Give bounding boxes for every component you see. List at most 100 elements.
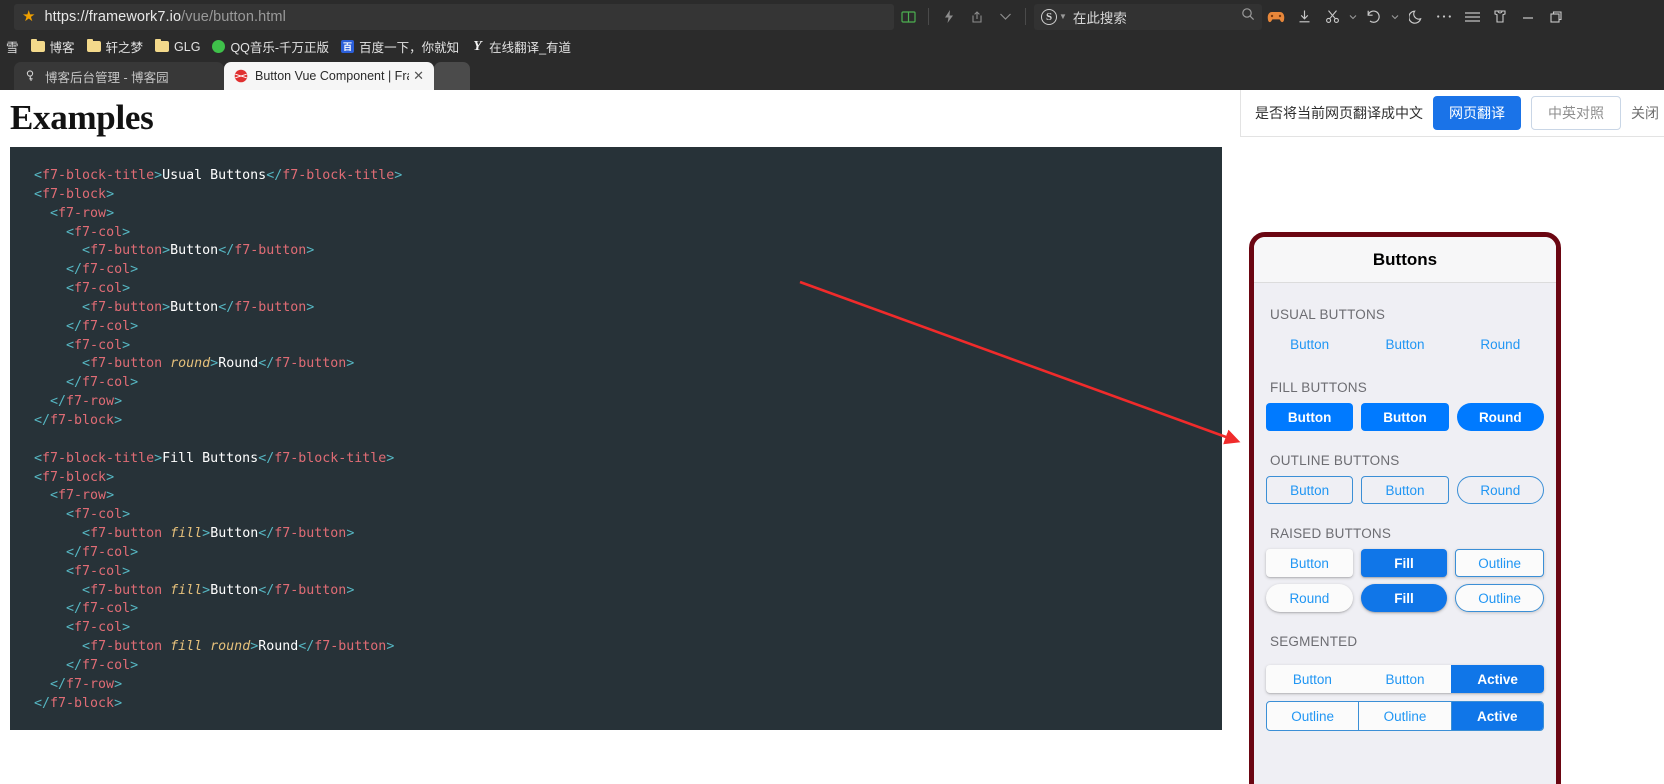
code-token: f7-button xyxy=(90,639,163,655)
phone-button[interactable]: Button xyxy=(1361,476,1449,504)
phone-button[interactable]: Round xyxy=(1456,476,1544,504)
translate-prompt-bar: 是否将当前网页翻译成中文 网页翻译 中英对照 关闭 ⌄ xyxy=(1240,90,1664,137)
code-token: f7-button xyxy=(274,526,347,542)
bookmark-item[interactable]: QQ音乐-千万正版 xyxy=(206,33,335,60)
browser-tab[interactable]: 博客后台管理 - 博客园 xyxy=(14,62,224,90)
code-token: < xyxy=(34,450,43,466)
chevron-down-icon[interactable] xyxy=(991,0,1019,33)
phone-button[interactable]: Button xyxy=(1266,403,1354,431)
phone-segment-button[interactable]: Button xyxy=(1359,665,1452,693)
night-mode-icon[interactable] xyxy=(1402,0,1430,33)
phone-button[interactable]: Button xyxy=(1361,330,1448,358)
code-token: > xyxy=(202,582,211,598)
code-token: < xyxy=(50,205,59,221)
phone-button[interactable]: Round xyxy=(1456,403,1544,431)
phone-section-title: OUTLINE BUTTONS xyxy=(1270,453,1400,468)
code-token: > xyxy=(122,563,131,579)
code-block: <f7-block-title>Usual Buttons</f7-block-… xyxy=(10,167,1222,713)
search-icon[interactable] xyxy=(1241,7,1255,26)
code-token: f7-button xyxy=(274,356,347,372)
code-token: f7-button xyxy=(90,526,163,542)
phone-button-row: Button Fill Outline xyxy=(1254,549,1556,577)
turbo-icon[interactable] xyxy=(935,0,963,33)
download-icon[interactable] xyxy=(1290,0,1318,33)
code-token: </ xyxy=(258,356,275,372)
phone-button[interactable]: Round xyxy=(1266,584,1353,612)
history-chevron-icon[interactable] xyxy=(1388,0,1402,33)
browser-tab[interactable]: Button Vue Component | Fra ✕ xyxy=(224,62,434,90)
share-icon[interactable] xyxy=(963,0,991,33)
bookmark-item[interactable]: 博客 xyxy=(25,33,81,60)
phone-segment-button[interactable]: Active xyxy=(1451,665,1544,693)
bookmark-item[interactable]: 轩之梦 xyxy=(81,33,150,60)
code-token: > xyxy=(154,168,163,183)
phone-button[interactable]: Fill xyxy=(1360,584,1448,612)
engine-chevron-icon[interactable]: ▼ xyxy=(1059,12,1067,21)
phone-segment-button[interactable]: Outline xyxy=(1358,702,1450,730)
code-token: f7-button xyxy=(234,299,307,315)
history-back-icon[interactable] xyxy=(1360,0,1388,33)
phone-button[interactable]: Button xyxy=(1266,330,1353,358)
restore-icon[interactable] xyxy=(1542,0,1570,33)
minimize-icon[interactable] xyxy=(1514,0,1542,33)
search-input[interactable]: S ▼ 在此搜索 xyxy=(1034,3,1262,30)
code-token: > xyxy=(162,299,171,315)
code-token: > xyxy=(386,639,395,655)
phone-scroll-body[interactable]: USUAL BUTTONS Button Button Round FILL BUTTO… xyxy=(1254,283,1556,784)
reader-mode-icon[interactable] xyxy=(894,0,922,33)
address-bar[interactable]: ★ https://framework7.io/vue/button.html xyxy=(14,3,894,30)
code-token: Fill Buttons xyxy=(162,450,259,466)
phone-button[interactable]: Outline xyxy=(1455,584,1545,612)
blog-icon xyxy=(24,69,38,83)
translate-close-button[interactable]: 关闭 xyxy=(1631,103,1659,123)
screenshot-icon[interactable] xyxy=(1318,0,1346,33)
bookmark-item[interactable]: Y 在线翻译_有道 xyxy=(465,33,577,60)
tab-label: 博客后台管理 - 博客园 xyxy=(45,70,169,85)
phone-segment-button[interactable]: Active xyxy=(1450,702,1543,730)
bookmark-item[interactable]: 雪 xyxy=(0,33,25,60)
phone-section-title: RAISED BUTTONS xyxy=(1270,526,1392,541)
sogou-engine-icon[interactable]: S xyxy=(1041,8,1057,25)
close-icon[interactable]: ✕ xyxy=(413,68,424,84)
phone-button[interactable]: Outline xyxy=(1455,549,1545,577)
code-token: < xyxy=(66,281,75,297)
code-token: f7-col xyxy=(82,318,131,334)
translate-page-button[interactable]: 网页翻译 xyxy=(1433,96,1521,130)
skin-icon[interactable] xyxy=(1486,0,1514,33)
code-token: < xyxy=(82,299,91,315)
star-icon[interactable]: ★ xyxy=(22,9,35,24)
code-token: f7-col xyxy=(74,563,123,579)
phone-segment-button[interactable]: Button xyxy=(1266,665,1359,693)
tab-stub[interactable] xyxy=(434,62,470,90)
bookmark-item[interactable]: GLG xyxy=(149,33,206,60)
screenshot-chevron-icon[interactable] xyxy=(1346,0,1360,33)
folder-icon xyxy=(86,38,101,52)
more-icon[interactable] xyxy=(1430,0,1458,33)
code-token: > xyxy=(130,318,139,334)
phone-button[interactable]: Button xyxy=(1361,403,1449,431)
phone-button[interactable]: Button xyxy=(1266,549,1353,577)
bookmark-item[interactable]: 百百度一下，你就知 xyxy=(335,33,465,60)
phone-segment-button[interactable]: Outline xyxy=(1267,702,1358,730)
code-token: </ xyxy=(66,375,83,391)
code-token: </ xyxy=(298,639,315,655)
code-token: f7-button xyxy=(274,582,347,598)
phone-button[interactable]: Button xyxy=(1266,476,1354,504)
code-token: f7-button xyxy=(314,639,387,655)
phone-button[interactable]: Fill xyxy=(1360,549,1448,577)
code-token: > xyxy=(306,299,315,315)
game-center-icon[interactable] xyxy=(1262,0,1290,33)
phone-button[interactable]: Round xyxy=(1457,330,1544,358)
bilingual-compare-button[interactable]: 中英对照 xyxy=(1531,96,1621,130)
code-token: < xyxy=(66,563,75,579)
menu-icon[interactable] xyxy=(1458,0,1486,33)
code-token: </ xyxy=(258,450,275,466)
